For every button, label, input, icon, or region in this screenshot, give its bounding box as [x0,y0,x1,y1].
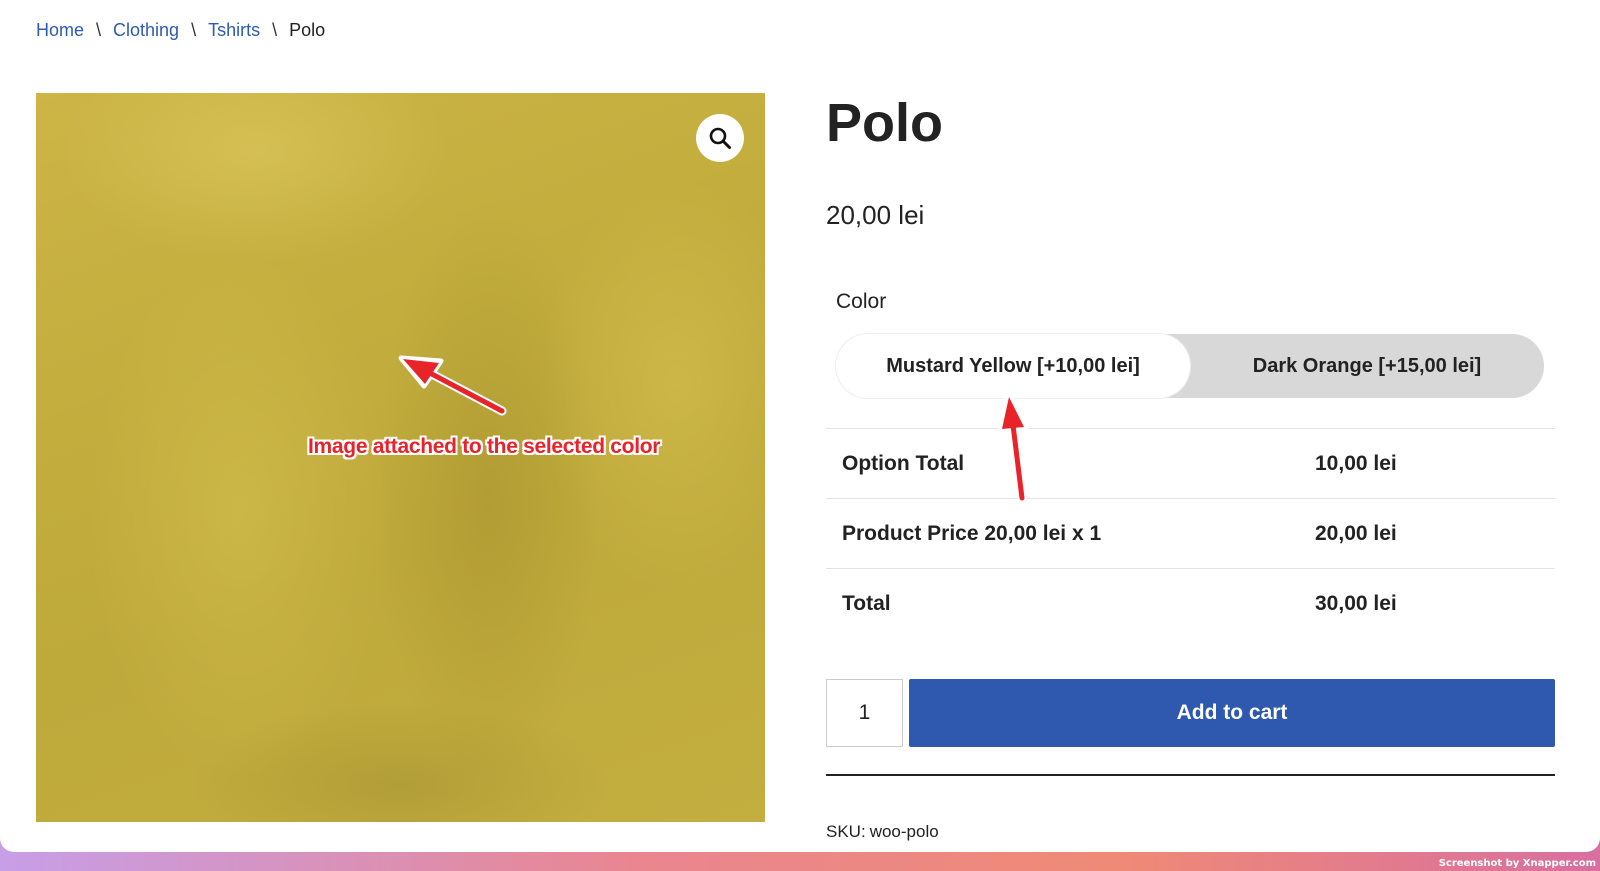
sku: SKU: woo-polo [826,822,939,842]
divider [826,774,1555,776]
product-price: 20,00 lei [826,200,925,230]
product-title: Polo [826,93,943,153]
color-options: Mustard Yellow [+10,00 lei] Dark Orange … [836,334,1544,398]
summary-label: Product Price 20,00 lei x 1 [842,521,1102,545]
color-option-dark-orange[interactable]: Dark Orange [+15,00 lei] [1190,334,1544,398]
watermark: Screenshot by Xnapper.com [1438,858,1596,869]
quantity-input[interactable]: 1 [826,679,903,747]
color-option-mustard-yellow[interactable]: Mustard Yellow [+10,00 lei] [836,334,1190,398]
color-label: Color [836,290,887,313]
product-page: Home \ Clothing \ Tshirts \ Polo Image a… [0,0,1600,852]
summary-row-product-price: Product Price 20,00 lei x 1 20,00 lei [826,498,1555,568]
price-summary: Option Total 10,00 lei Product Price 20,… [826,428,1555,638]
summary-value: 30,00 lei [1315,591,1397,615]
summary-row-total: Total 30,00 lei [826,568,1555,638]
breadcrumb-tshirts[interactable]: Tshirts [208,20,260,41]
summary-value: 10,00 lei [1315,451,1397,475]
search-icon [709,127,731,149]
summary-row-option-total: Option Total 10,00 lei [826,428,1555,498]
breadcrumb: Home \ Clothing \ Tshirts \ Polo [36,20,325,41]
zoom-button[interactable] [696,114,744,162]
breadcrumb-separator: \ [191,20,197,40]
breadcrumb-separator: \ [96,20,102,40]
breadcrumb-clothing[interactable]: Clothing [113,20,179,41]
summary-value: 20,00 lei [1315,521,1397,545]
sku-value: woo-polo [869,822,939,841]
breadcrumb-separator: \ [272,20,278,40]
summary-label: Option Total [842,451,965,475]
annotation-text: Image attached to the selected color [308,435,661,458]
breadcrumb-home[interactable]: Home [36,20,84,41]
sku-label: SKU: [826,822,866,841]
summary-label: Total [842,591,891,615]
breadcrumb-current: Polo [289,20,326,40]
add-to-cart-button[interactable]: Add to cart [909,679,1555,747]
